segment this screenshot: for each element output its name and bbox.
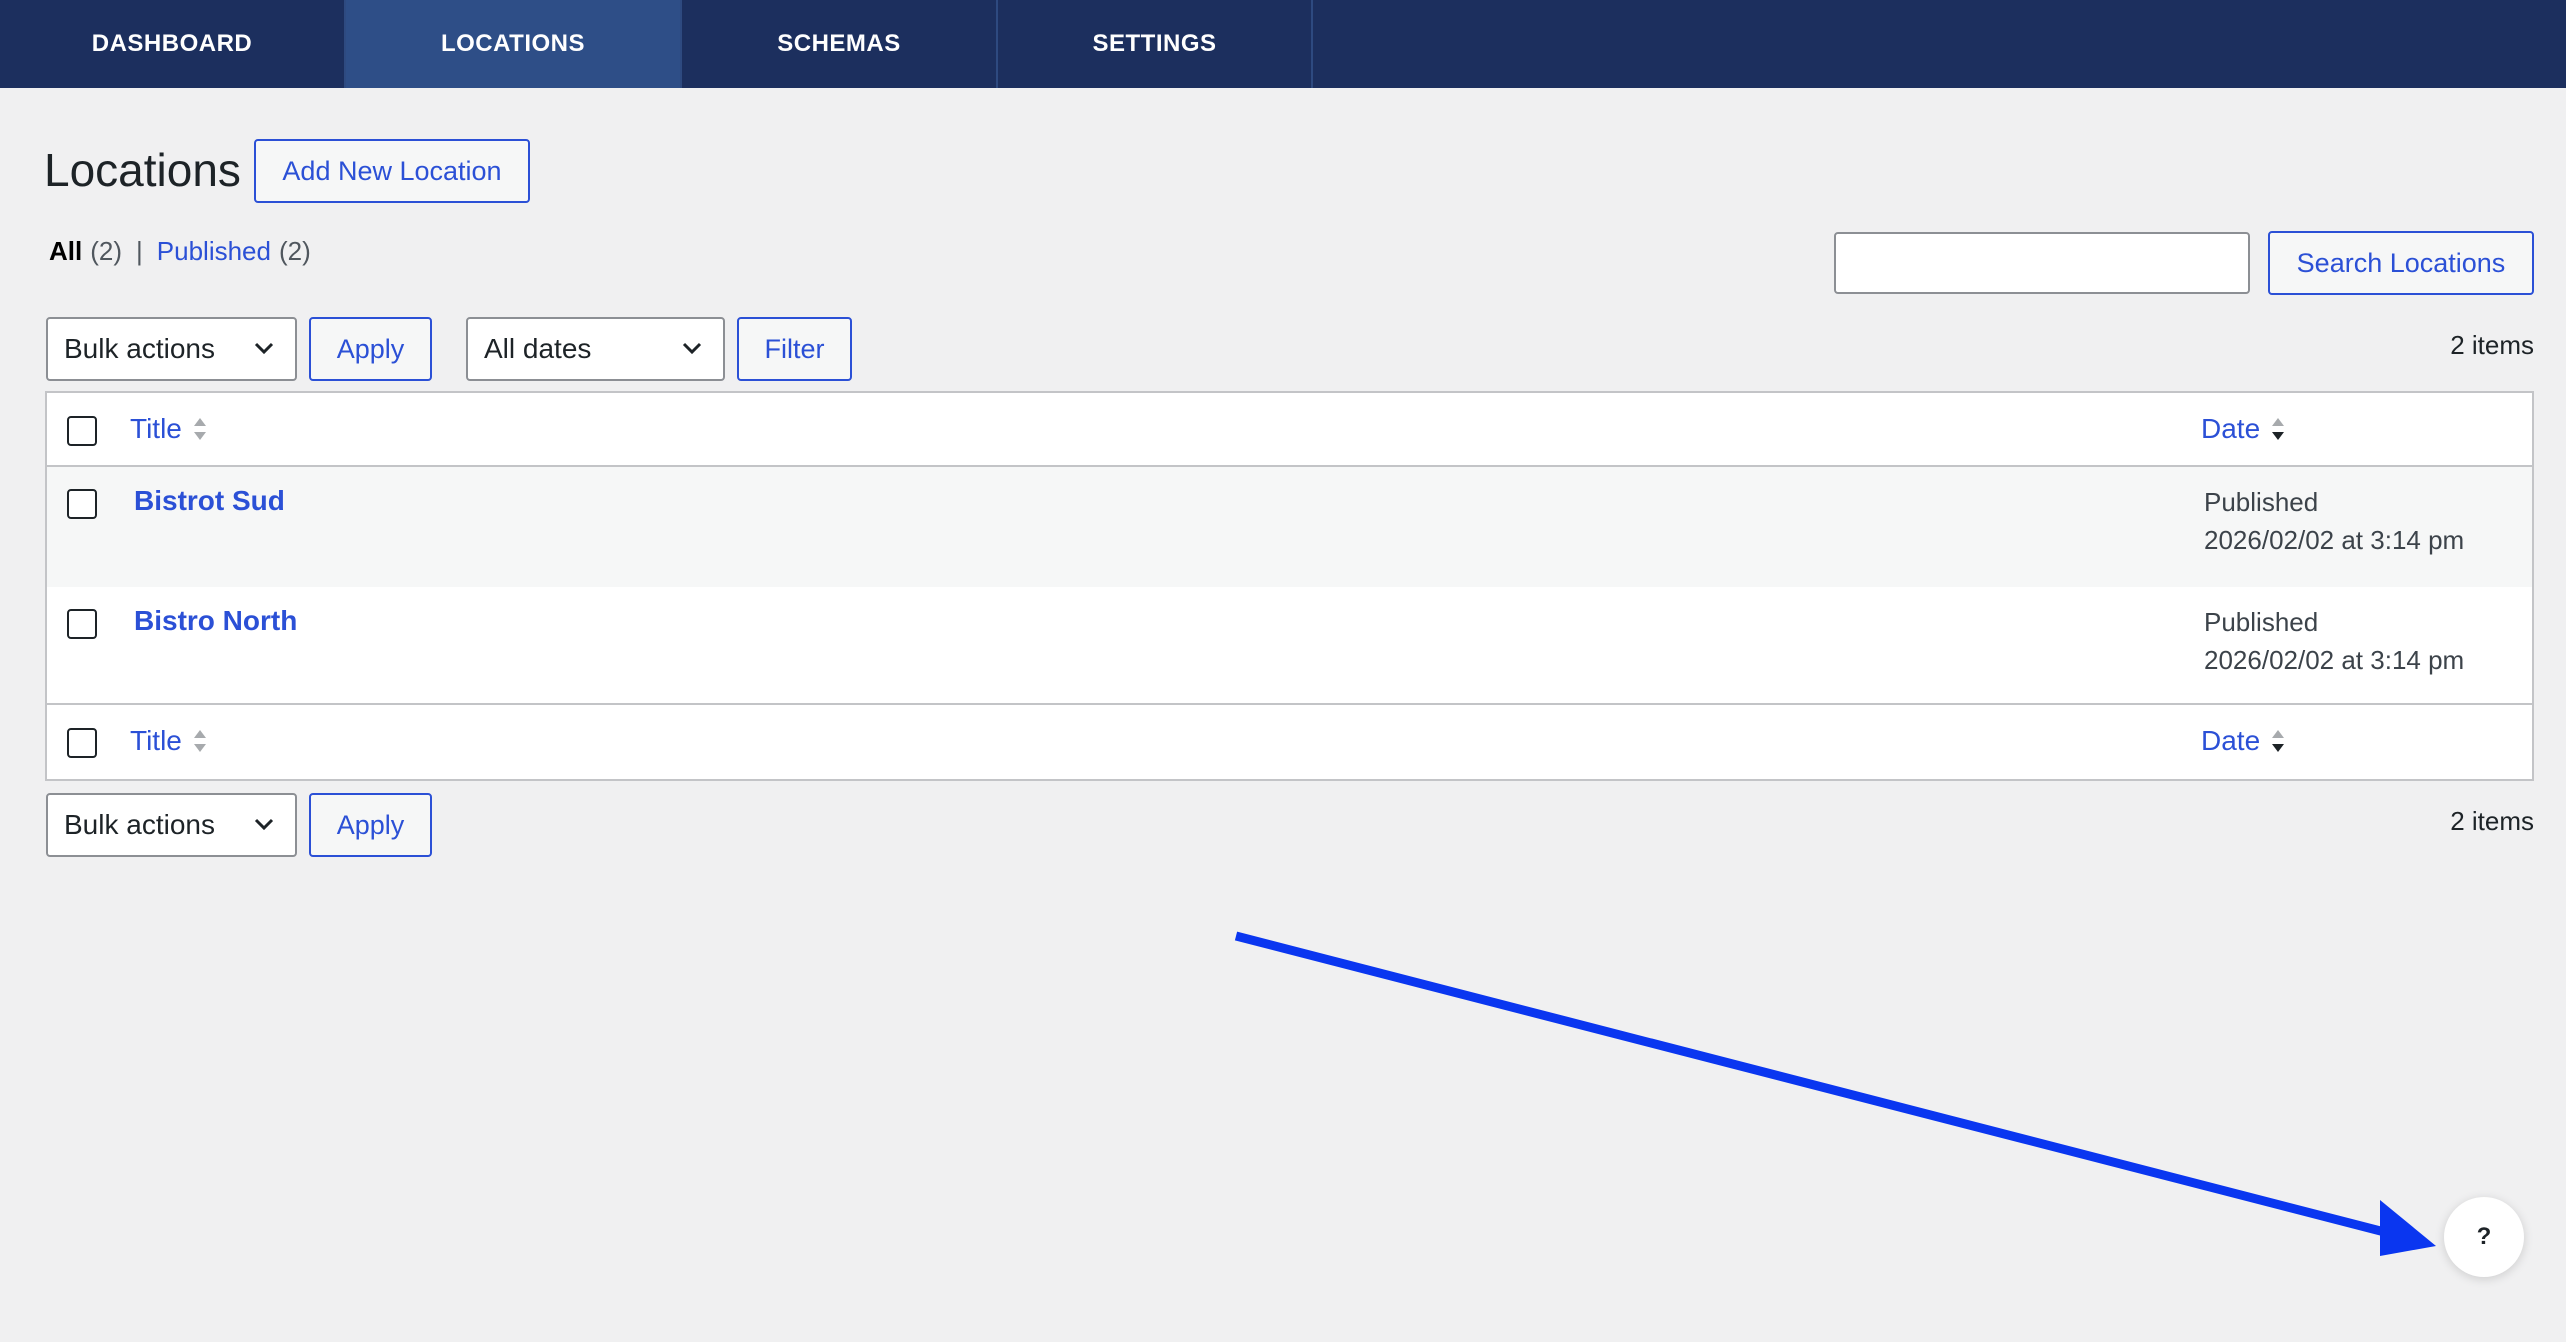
page-title: Locations: [44, 144, 241, 196]
tab-schemas[interactable]: SCHEMAS: [682, 0, 998, 88]
row-checkbox[interactable]: [67, 489, 97, 519]
column-title-sort[interactable]: Title: [130, 413, 208, 445]
select-all-checkbox[interactable]: [67, 416, 97, 446]
column-date-label: Date: [2201, 413, 2261, 444]
row-status: Published: [2204, 487, 2319, 517]
table-row: Bistro North Published 2026/02/02 at 3:1…: [47, 587, 2532, 705]
column-title-sort-footer[interactable]: Title: [130, 725, 208, 757]
table-header: Title Date: [47, 393, 2532, 467]
sort-icon: [193, 418, 206, 440]
view-all-label[interactable]: All: [49, 236, 82, 267]
locations-table: Title Date Bistrot Sud Published 2026/02…: [45, 391, 2534, 781]
select-all-checkbox-footer[interactable]: [67, 728, 97, 758]
chevron-down-icon: [254, 342, 274, 355]
bulk-actions-select-bottom[interactable]: Bulk actions: [46, 793, 297, 857]
apply-button-top[interactable]: Apply: [309, 317, 432, 381]
view-separator: |: [136, 236, 143, 266]
help-button[interactable]: ?: [2444, 1197, 2524, 1277]
chevron-down-icon: [682, 342, 702, 355]
help-icon: ?: [2476, 1223, 2492, 1250]
table-row: Bistrot Sud Published 2026/02/02 at 3:14…: [47, 467, 2532, 587]
chevron-down-icon: [254, 818, 274, 831]
row-date: 2026/02/02 at 3:14 pm: [2204, 525, 2465, 555]
filter-button[interactable]: Filter: [737, 317, 852, 381]
add-new-location-button[interactable]: Add New Location: [254, 139, 530, 203]
row-checkbox[interactable]: [67, 609, 97, 639]
column-date-sort[interactable]: Date: [2201, 413, 2286, 445]
column-date-label: Date: [2201, 725, 2261, 756]
items-count-bottom: 2 items: [2450, 806, 2534, 836]
tab-settings[interactable]: SETTINGS: [998, 0, 1313, 88]
tab-dashboard[interactable]: DASHBOARD: [0, 0, 346, 88]
row-status: Published: [2204, 607, 2319, 637]
apply-button-bottom[interactable]: Apply: [309, 793, 432, 857]
status-views: All (2) | Published (2): [49, 236, 311, 267]
bulk-actions-label: Bulk actions: [64, 333, 215, 364]
table-footer: Title Date: [47, 705, 2532, 779]
row-title-link[interactable]: Bistrot Sud: [134, 485, 285, 517]
sort-icon: [2272, 418, 2285, 440]
column-date-sort-footer[interactable]: Date: [2201, 725, 2286, 757]
view-all-count: (2): [90, 236, 123, 266]
sort-icon: [193, 730, 206, 752]
bulk-actions-select-top[interactable]: Bulk actions: [46, 317, 297, 381]
top-nav: DASHBOARD LOCATIONS SCHEMAS SETTINGS: [0, 0, 2566, 88]
sort-icon: [2272, 730, 2285, 752]
row-date: 2026/02/02 at 3:14 pm: [2204, 645, 2465, 675]
tab-locations[interactable]: LOCATIONS: [346, 0, 682, 88]
search-locations-button[interactable]: Search Locations: [2268, 231, 2534, 295]
view-published-link[interactable]: Published: [157, 236, 271, 267]
bulk-actions-label: Bulk actions: [64, 809, 215, 840]
items-count-top: 2 items: [2450, 330, 2534, 360]
view-published-count: (2): [278, 236, 311, 266]
column-title-label: Title: [130, 413, 182, 444]
dates-select[interactable]: All dates: [466, 317, 725, 381]
dates-label: All dates: [484, 333, 592, 364]
search-input[interactable]: [1834, 232, 2250, 294]
column-title-label: Title: [130, 725, 182, 756]
row-title-link[interactable]: Bistro North: [134, 605, 297, 637]
